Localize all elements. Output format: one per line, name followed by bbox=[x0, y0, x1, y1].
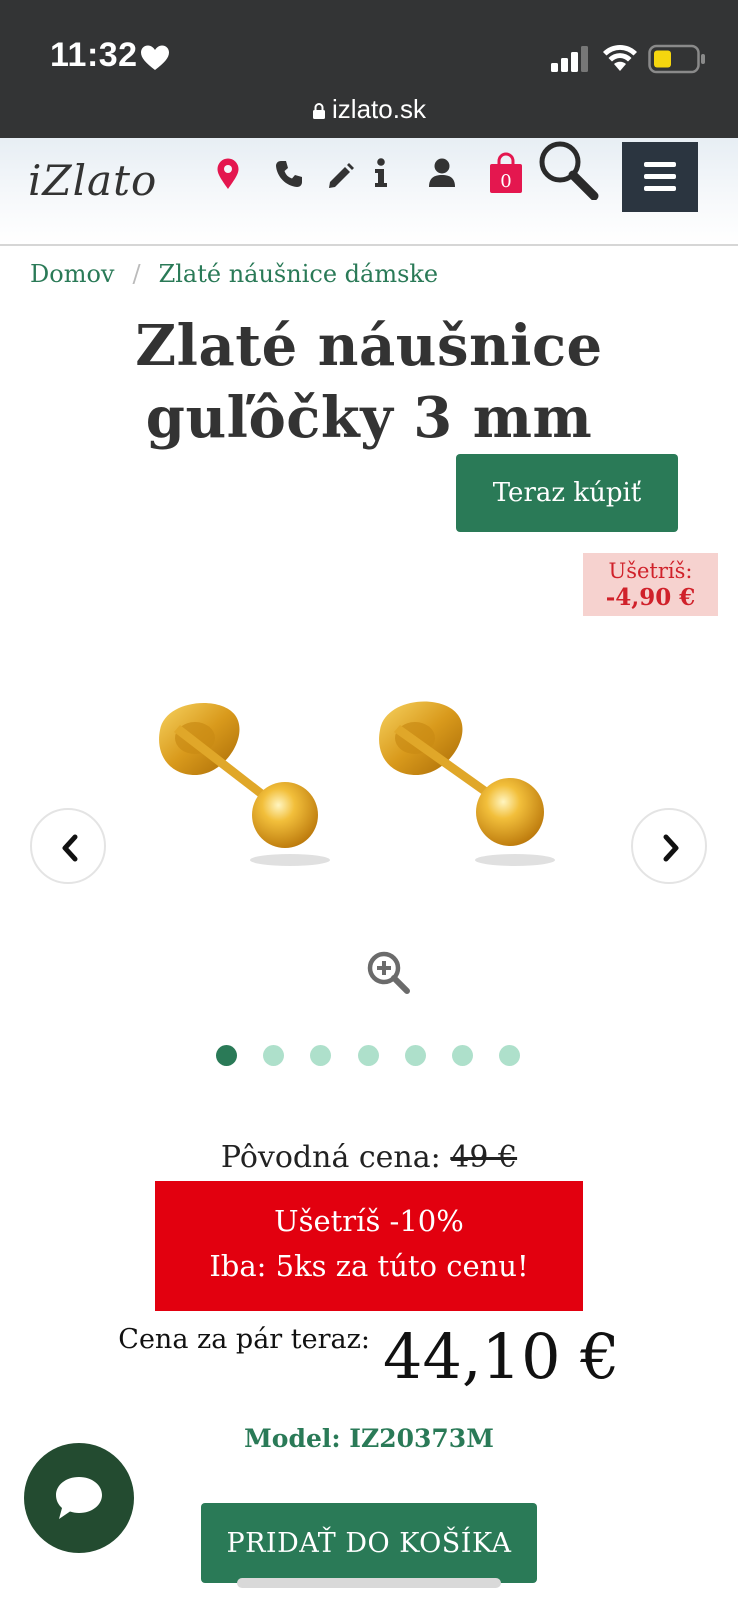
savings-badge-label: Ušetríš: bbox=[608, 559, 693, 583]
gallery-prev-button[interactable] bbox=[30, 808, 106, 884]
current-price-label: Cena za pár teraz: bbox=[118, 1324, 370, 1355]
pencil-icon[interactable] bbox=[328, 163, 354, 189]
chevron-right-icon bbox=[663, 834, 679, 862]
hamburger-menu-icon bbox=[644, 162, 676, 167]
info-icon[interactable] bbox=[374, 158, 388, 188]
product-model: Model: IZ20373M bbox=[244, 1424, 494, 1453]
buy-now-button[interactable]: Teraz kúpiť bbox=[456, 454, 678, 532]
url-text: izlato.sk bbox=[332, 94, 426, 124]
status-bar: 11:32 izlato.sk bbox=[0, 0, 738, 138]
user-icon[interactable] bbox=[428, 158, 456, 188]
gallery-dot-2[interactable] bbox=[263, 1045, 284, 1066]
chat-button[interactable] bbox=[24, 1443, 134, 1553]
breadcrumb-category-link[interactable]: Zlaté náušnice dámske bbox=[159, 260, 439, 288]
search-icon[interactable] bbox=[536, 140, 600, 200]
gallery-dot-1[interactable] bbox=[216, 1045, 237, 1066]
page-title: Zlaté náušnice guľôčky 3 mm bbox=[135, 313, 603, 451]
gallery-dot-3[interactable] bbox=[310, 1045, 331, 1066]
savings-badge-amount: -4,90 € bbox=[605, 584, 696, 611]
discount-text: Ušetríš -10% bbox=[274, 1204, 464, 1238]
gallery-dot-5[interactable] bbox=[405, 1045, 426, 1066]
address-bar[interactable]: izlato.sk bbox=[0, 94, 738, 125]
heart-icon bbox=[141, 45, 169, 70]
signal-icon bbox=[551, 46, 588, 72]
breadcrumb-home-link[interactable]: Domov bbox=[30, 260, 114, 288]
zoom-in-icon[interactable] bbox=[366, 950, 410, 994]
site-logo[interactable]: iZlato bbox=[28, 156, 157, 205]
chat-bubble-icon bbox=[56, 1477, 102, 1519]
site-header: iZlato 0 bbox=[0, 138, 738, 246]
gallery-dot-6[interactable] bbox=[452, 1045, 473, 1066]
gallery-dot-4[interactable] bbox=[358, 1045, 379, 1066]
battery-icon bbox=[648, 44, 705, 74]
hamburger-line bbox=[644, 174, 676, 179]
discount-banner: Ušetríš -10% Iba: 5ks za túto cenu! bbox=[155, 1181, 583, 1311]
cart-count-badge: 0 bbox=[500, 171, 512, 192]
current-price-value: 44,10 € bbox=[383, 1320, 620, 1393]
product-image[interactable] bbox=[140, 690, 570, 880]
stock-limit-text: Iba: 5ks za túto cenu! bbox=[209, 1249, 529, 1283]
hamburger-line bbox=[644, 186, 676, 191]
product-gallery bbox=[0, 560, 738, 1020]
original-price-value: 49 € bbox=[450, 1140, 518, 1175]
original-price: Pôvodná cena: 49 € bbox=[0, 1140, 738, 1175]
hamburger-menu-button[interactable] bbox=[622, 142, 698, 212]
original-price-label: Pôvodná cena: bbox=[220, 1140, 441, 1175]
phone-icon[interactable] bbox=[275, 160, 303, 188]
location-pin-icon[interactable] bbox=[216, 158, 240, 190]
gallery-next-button[interactable] bbox=[631, 808, 707, 884]
chevron-left-icon bbox=[62, 834, 78, 862]
wifi-icon bbox=[603, 44, 637, 71]
gallery-dot-7[interactable] bbox=[499, 1045, 520, 1066]
gallery-pagination bbox=[216, 1045, 526, 1067]
breadcrumb-separator: / bbox=[132, 260, 141, 288]
add-to-cart-button[interactable]: PRIDAŤ DO KOŠÍKA bbox=[201, 1503, 537, 1583]
status-time: 11:32 bbox=[50, 36, 138, 74]
lock-icon bbox=[313, 103, 326, 119]
home-indicator[interactable] bbox=[237, 1578, 501, 1588]
current-price: Cena za pár teraz: 44,10 € bbox=[0, 1320, 738, 1393]
savings-badge: Ušetríš: -4,90 € bbox=[583, 553, 718, 616]
breadcrumb: Domov / Zlaté náušnice dámske bbox=[30, 260, 438, 288]
